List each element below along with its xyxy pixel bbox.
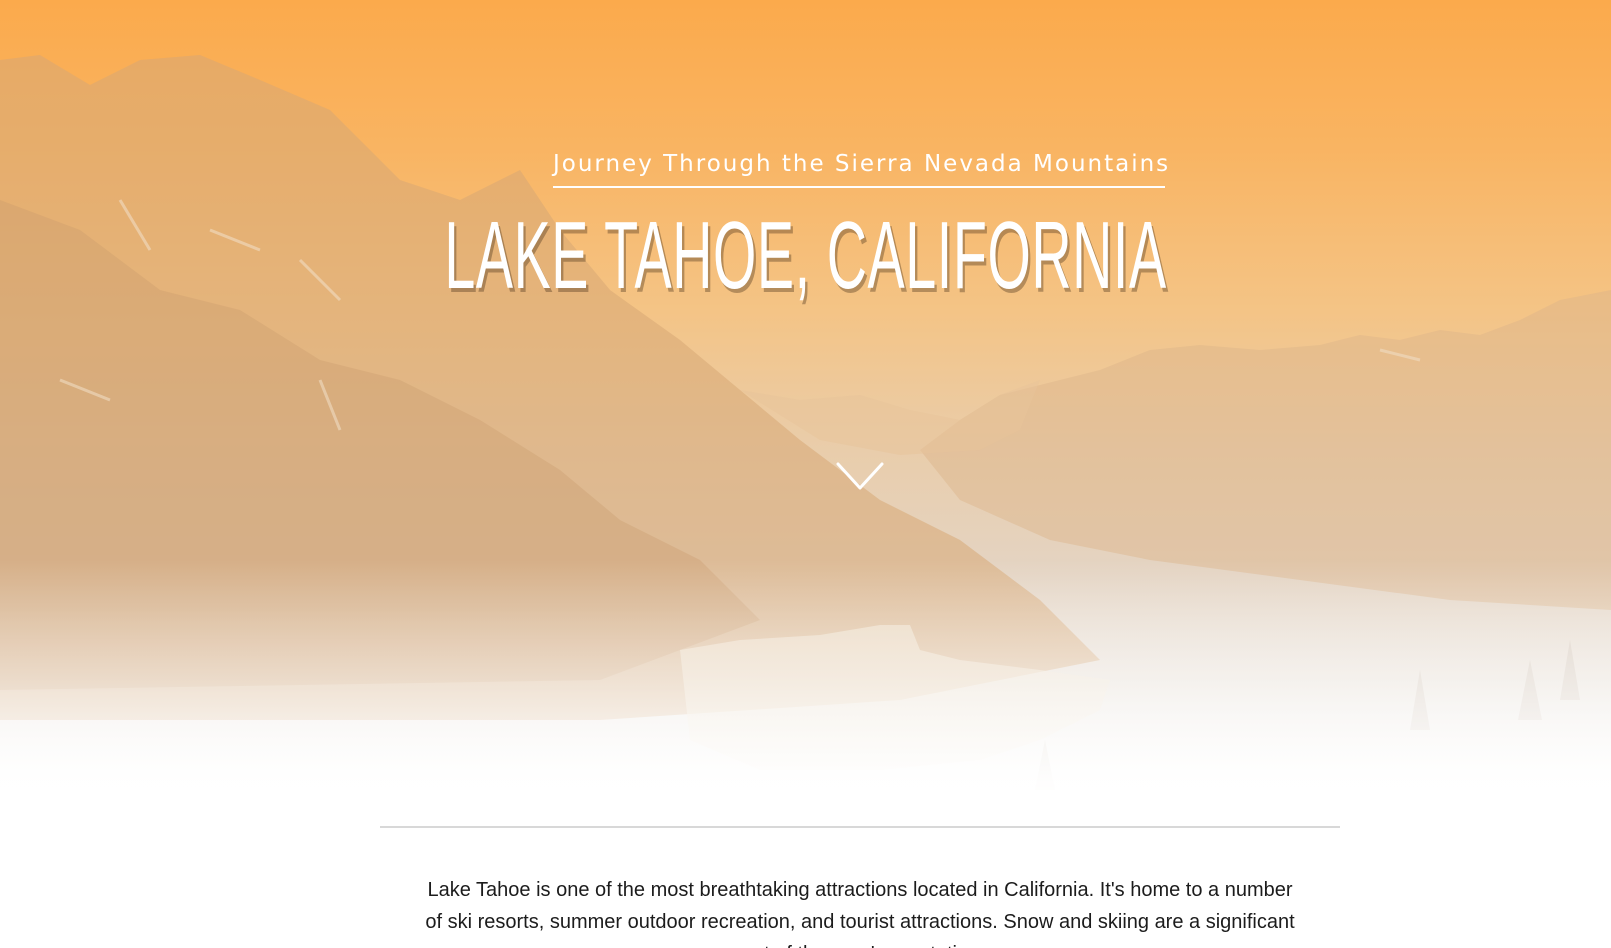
section-divider bbox=[380, 826, 1340, 828]
intro-paragraph: Lake Tahoe is one of the most breathtaki… bbox=[425, 879, 1295, 948]
hero-section: Journey Through the Sierra Nevada Mounta… bbox=[0, 0, 1611, 820]
hero-title: LAKE TAHOE, CALIFORNIA bbox=[444, 202, 1167, 309]
hero-bottom-fade bbox=[0, 560, 1611, 820]
chevron-down-icon[interactable] bbox=[836, 462, 884, 492]
hero-subtitle: Journey Through the Sierra Nevada Mounta… bbox=[553, 148, 1168, 188]
page: Journey Through the Sierra Nevada Mounta… bbox=[0, 0, 1611, 948]
